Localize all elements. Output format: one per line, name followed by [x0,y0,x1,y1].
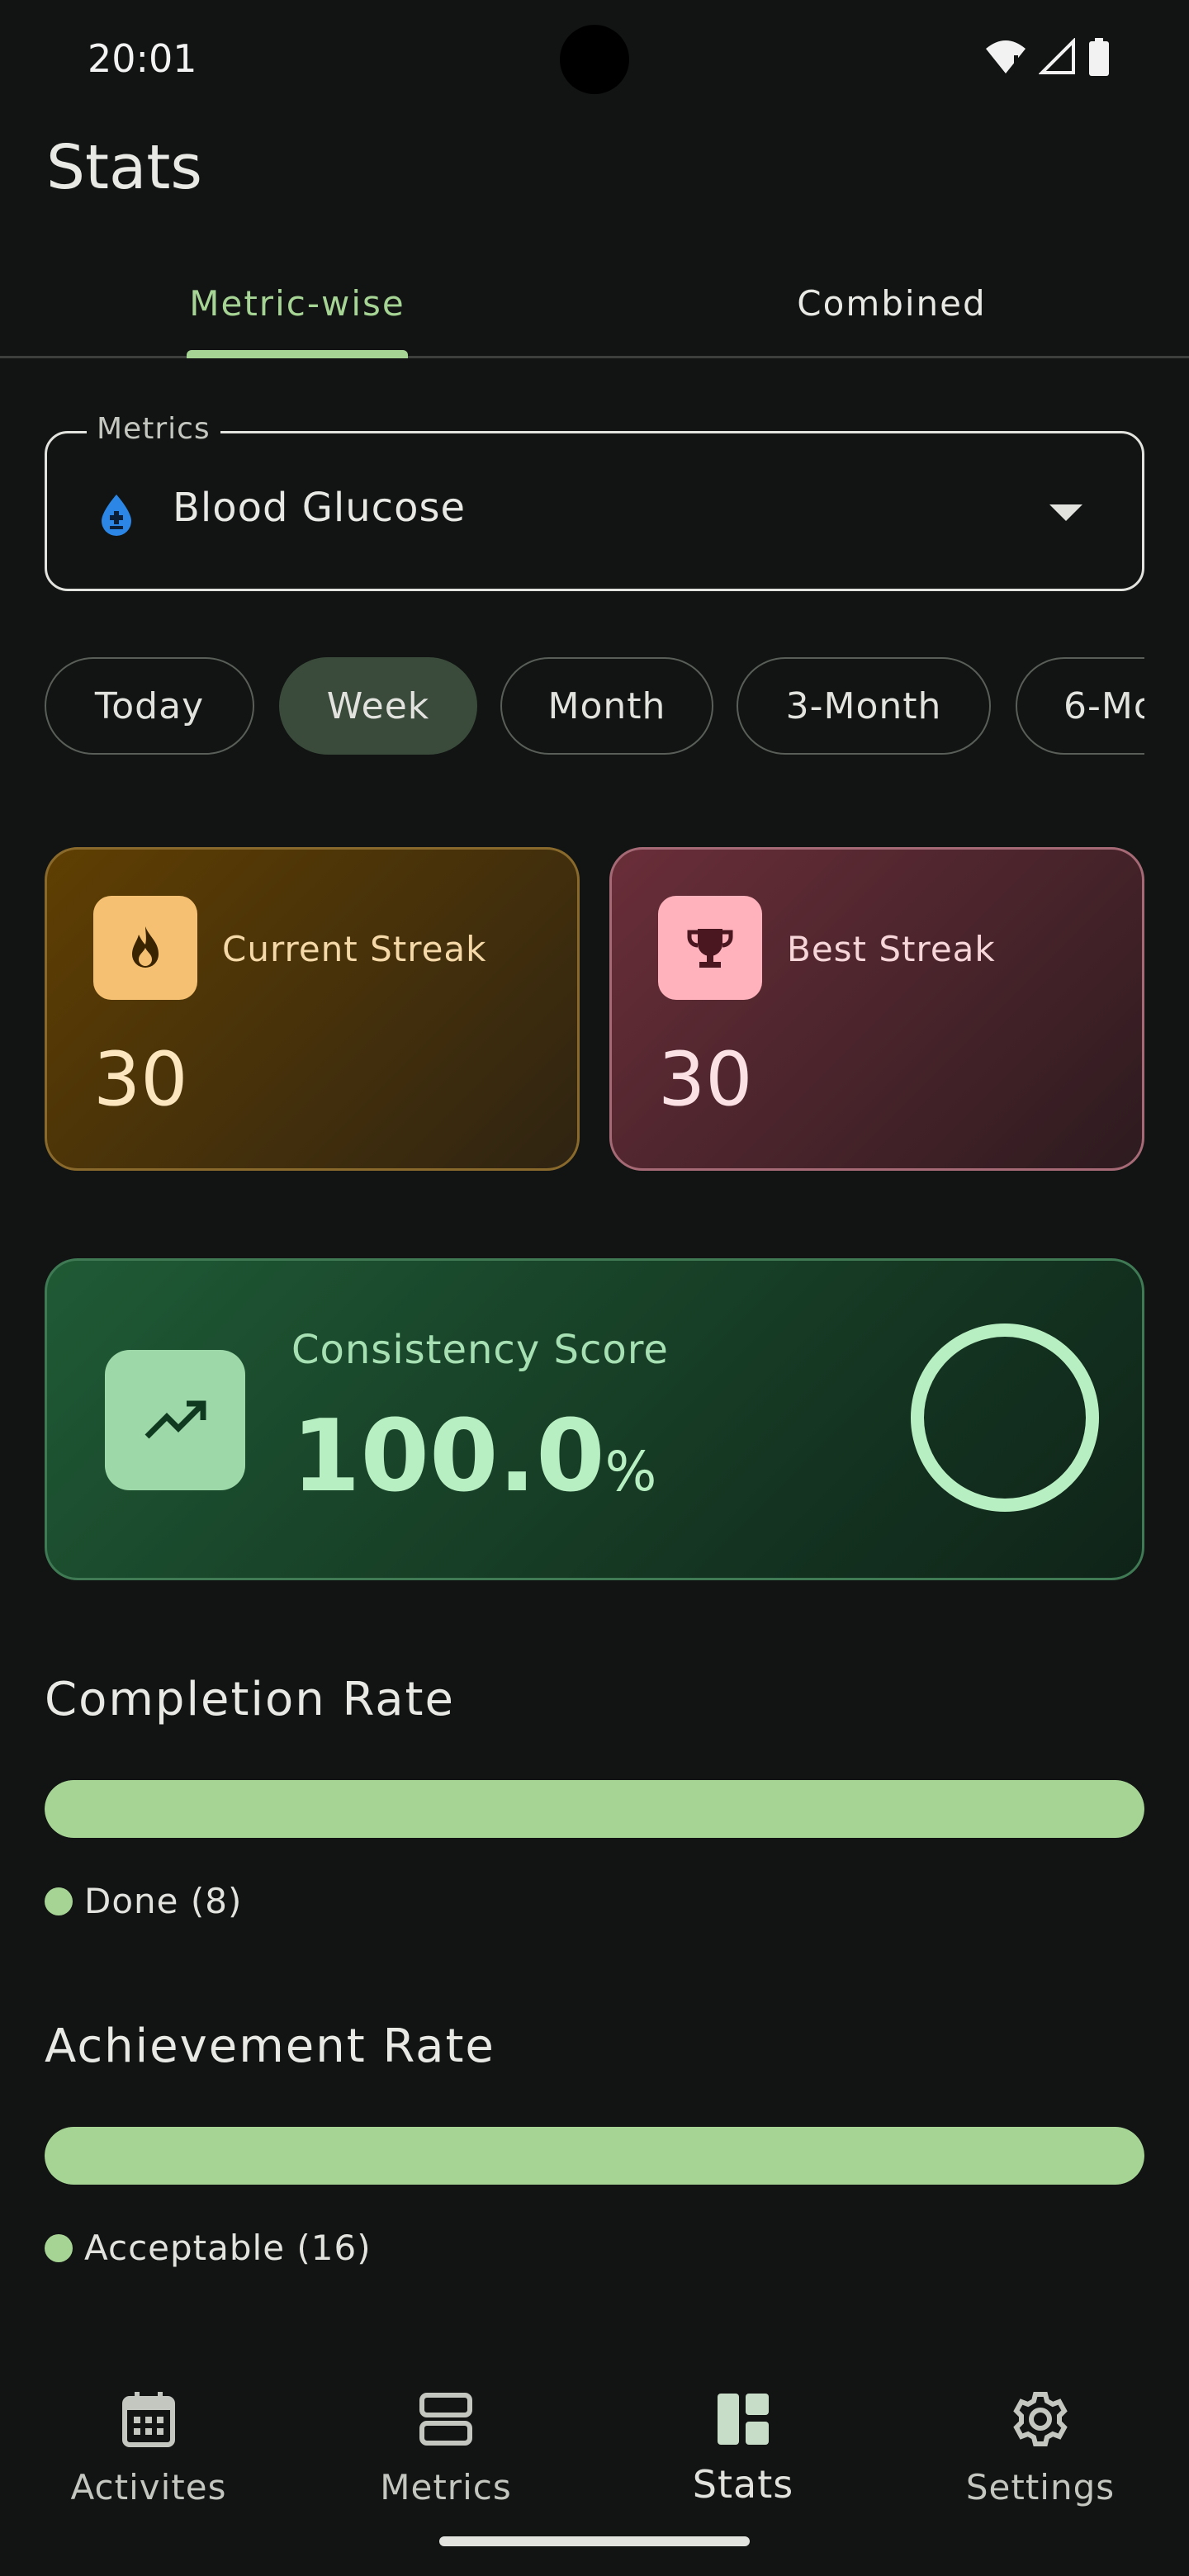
dashboard-icon [710,2386,776,2452]
completion-rate-bar [45,1780,1144,1838]
status-time: 20:01 [88,36,197,81]
tab-label: Metric-wise [189,282,405,324]
chevron-down-icon [1049,504,1082,521]
achievement-rate-title: Achievement Rate [45,2020,495,2073]
chip-label: Month [547,684,666,727]
time-range-chips: Today Week Month 3-Month 6-Mo [45,657,1144,756]
current-streak-label: Current Streak [222,929,487,969]
current-streak-value: 30 [93,1036,188,1123]
consistency-score-card: Consistency Score 100.0% [45,1258,1144,1580]
status-bar: 20:01 [0,0,1189,116]
chip-week[interactable]: Week [279,657,477,755]
dropdown-legend: Metrics [87,412,220,446]
legend-dot [45,1887,73,1915]
consistency-label: Consistency Score [291,1327,669,1373]
achievement-legend: Acceptable (16) [45,2228,372,2268]
completion-rate-fill [45,1780,1144,1838]
chip-label: 6-Mo [1063,684,1144,727]
tab-metric-wise[interactable]: Metric-wise [0,248,594,358]
legend-dot [45,2233,73,2262]
calendar-icon [116,2386,182,2452]
tab-bar: Metric-wise Combined [0,248,1189,358]
best-streak-label: Best Streak [787,929,996,969]
nav-label: Metrics [380,2467,512,2507]
metrics-dropdown[interactable]: Metrics Blood Glucose [45,412,1144,591]
chip-6-month[interactable]: 6-Mo [1016,657,1144,755]
page-title: Stats [46,132,202,203]
achievement-rate-bar [45,2127,1144,2185]
consistency-value: 100.0% [291,1399,656,1514]
achievement-legend-label: Acceptable (16) [84,2228,372,2268]
consistency-number: 100.0 [291,1399,605,1514]
chip-label: Week [326,684,430,727]
dropdown-value: Blood Glucose [173,485,466,531]
completion-legend-label: Done (8) [84,1881,243,1921]
nav-item-activites[interactable]: Activites [0,2361,297,2526]
tab-combined[interactable]: Combined [594,248,1189,358]
gear-icon [1007,2386,1073,2452]
trophy-icon [658,896,762,1000]
current-streak-card: Current Streak 30 [45,847,580,1171]
metrics-rows-icon [413,2386,479,2452]
chip-label: 3-Month [785,684,942,727]
wifi-icon [984,39,1027,78]
achievement-rate-fill [45,2127,1144,2185]
trending-up-icon [105,1350,245,1490]
tab-label: Combined [797,282,987,324]
nav-item-settings[interactable]: Settings [892,2361,1189,2526]
chip-label: Today [94,684,205,727]
best-streak-card: Best Streak 30 [609,847,1144,1171]
consistency-ring [911,1324,1099,1512]
chip-3-month[interactable]: 3-Month [737,657,991,755]
home-indicator[interactable] [439,2536,750,2546]
status-icons [984,37,1110,79]
consistency-unit: % [604,1440,657,1503]
signal-icon [1038,37,1077,79]
nav-item-metrics[interactable]: Metrics [297,2361,594,2526]
blood-drop-icon [93,491,140,537]
chip-today[interactable]: Today [45,657,254,755]
flame-icon [93,896,197,1000]
nav-item-stats[interactable]: Stats [594,2361,892,2526]
completion-legend: Done (8) [45,1881,242,1921]
nav-label: Stats [692,2462,794,2507]
battery-icon [1088,38,1110,79]
completion-rate-title: Completion Rate [45,1673,455,1726]
consistency-ring-arc [911,1324,1099,1512]
chip-month[interactable]: Month [500,657,713,755]
tab-indicator [187,350,408,358]
best-streak-value: 30 [658,1036,753,1123]
nav-label: Activites [70,2467,227,2507]
camera-cutout [560,25,629,94]
nav-label: Settings [965,2467,1116,2507]
